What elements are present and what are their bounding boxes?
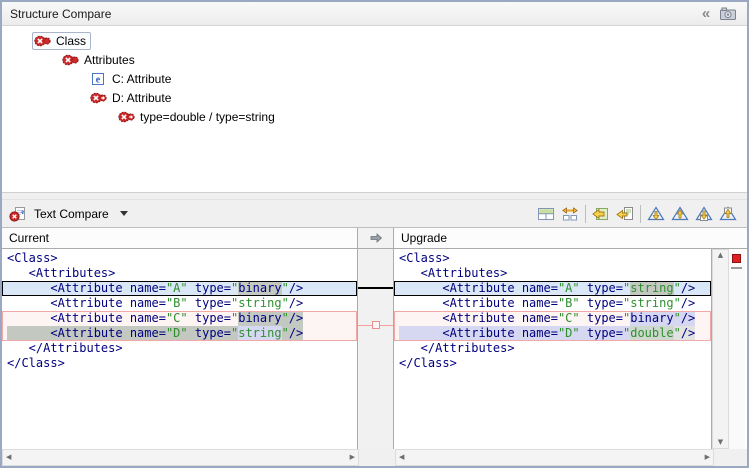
compare-viewer-icon: e xyxy=(9,206,27,222)
horizontal-scrollbar-row: ◀ ▶ ◀ ▶ xyxy=(2,449,747,466)
right-editor[interactable]: <Class> <Attributes> <Attribute name="A"… xyxy=(394,249,712,449)
tree-item-label: Attributes xyxy=(84,53,135,67)
svg-text:e: e xyxy=(96,74,101,85)
text-compare-title: Text Compare xyxy=(34,207,109,221)
copy-all-right-to-left-icon[interactable] xyxy=(589,203,613,225)
next-change-icon[interactable] xyxy=(692,203,716,225)
compare-column-headers: Current Upgrade xyxy=(2,227,747,249)
structure-compare-header: Structure Compare « xyxy=(2,2,747,26)
two-way-view-icon[interactable] xyxy=(534,203,558,225)
tree-item-attributes[interactable]: Attributes xyxy=(2,50,747,69)
tree-item-class[interactable]: Class xyxy=(2,31,747,50)
code-line[interactable]: <Attribute name="C" type="binary"/> xyxy=(394,311,711,326)
structure-tree: Class Attributes e C: Attribute D: Attribute… xyxy=(2,26,747,193)
diff-icon xyxy=(34,34,51,48)
code-line[interactable]: <Attribute name="D" type="string"/> xyxy=(2,326,357,341)
collapse-icon[interactable]: « xyxy=(695,5,717,23)
tree-item-label: type=double / type=string xyxy=(140,110,275,124)
scroll-right-icon[interactable]: ▶ xyxy=(350,454,355,461)
scroll-down-icon[interactable]: ▼ xyxy=(718,439,723,446)
code-line[interactable]: <Attribute name="A" type="binary"/> xyxy=(2,281,357,296)
vertical-scrollbar[interactable]: ▲ ▼ xyxy=(712,249,729,449)
structure-compare-title: Structure Compare xyxy=(10,7,695,21)
tree-item-label: D: Attribute xyxy=(112,91,171,105)
previous-change-icon[interactable] xyxy=(716,203,740,225)
text-compare-header: e Text Compare xyxy=(2,199,747,227)
code-line[interactable]: <Attribute name="B" type="string"/> xyxy=(394,296,711,311)
tree-item-d-attribute[interactable]: D: Attribute xyxy=(2,88,747,107)
diff-marker-selected[interactable] xyxy=(732,254,741,263)
diff-block-handle[interactable] xyxy=(372,321,380,329)
diff-marker-line xyxy=(731,267,742,269)
scroll-left-icon[interactable]: ◀ xyxy=(6,454,11,461)
compare-editor-window: Structure Compare « Class Attributes e C: A… xyxy=(0,0,749,468)
scroll-left-icon[interactable]: ◀ xyxy=(399,454,404,461)
next-difference-icon[interactable] xyxy=(644,203,668,225)
text-compare-toolbar xyxy=(534,203,740,225)
overview-ruler[interactable] xyxy=(729,249,745,449)
previous-difference-icon[interactable] xyxy=(668,203,692,225)
swap-panes-icon[interactable] xyxy=(558,203,582,225)
right-horizontal-scrollbar[interactable]: ◀ ▶ xyxy=(395,449,714,466)
toolbar-separator xyxy=(585,205,586,223)
code-line[interactable]: <Attribute name="D" type="double"/> xyxy=(394,326,711,341)
code-line[interactable]: <Attributes> xyxy=(394,266,711,281)
code-line[interactable]: <Class> xyxy=(2,251,357,266)
tree-item-type-double-type-string[interactable]: type=double / type=string xyxy=(2,107,747,126)
code-line[interactable]: <Attributes> xyxy=(2,266,357,281)
code-line[interactable]: <Attribute name="C" type="binary"/> xyxy=(2,311,357,326)
viewer-dropdown-icon[interactable] xyxy=(120,211,128,216)
code-line[interactable]: </Attributes> xyxy=(394,341,711,356)
code-line[interactable]: <Attribute name="B" type="string"/> xyxy=(2,296,357,311)
left-editor[interactable]: <Class> <Attributes> <Attribute name="A"… xyxy=(2,249,358,449)
svg-text:e: e xyxy=(21,208,24,216)
code-line[interactable]: <Class> xyxy=(394,251,711,266)
code-line[interactable]: </Attributes> xyxy=(2,341,357,356)
left-horizontal-scrollbar[interactable]: ◀ ▶ xyxy=(2,449,359,466)
selected-diff-connector[interactable] xyxy=(358,287,393,289)
column-header-current: Current xyxy=(2,228,358,248)
camera-icon[interactable] xyxy=(717,5,739,23)
diff-gutter xyxy=(358,249,394,449)
tree-item-label: Class xyxy=(56,34,86,48)
tree-item-label: C: Attribute xyxy=(112,72,171,86)
scroll-right-icon[interactable]: ▶ xyxy=(705,454,710,461)
tree-item-c-attribute[interactable]: e C: Attribute xyxy=(2,69,747,88)
element-e-icon: e xyxy=(90,72,107,86)
direction-arrow-icon xyxy=(358,228,394,248)
diff-change-icon xyxy=(90,91,107,105)
toolbar-separator xyxy=(640,205,641,223)
scroll-up-icon[interactable]: ▲ xyxy=(718,252,723,259)
column-header-upgrade: Upgrade xyxy=(394,228,747,248)
copy-current-right-to-left-icon[interactable] xyxy=(613,203,637,225)
code-line[interactable]: </Class> xyxy=(394,356,711,371)
code-line[interactable]: <Attribute name="A" type="string"/> xyxy=(394,281,711,296)
code-line[interactable]: </Class> xyxy=(2,356,357,371)
diff-change-icon xyxy=(118,110,135,124)
diff-icon xyxy=(62,53,79,67)
